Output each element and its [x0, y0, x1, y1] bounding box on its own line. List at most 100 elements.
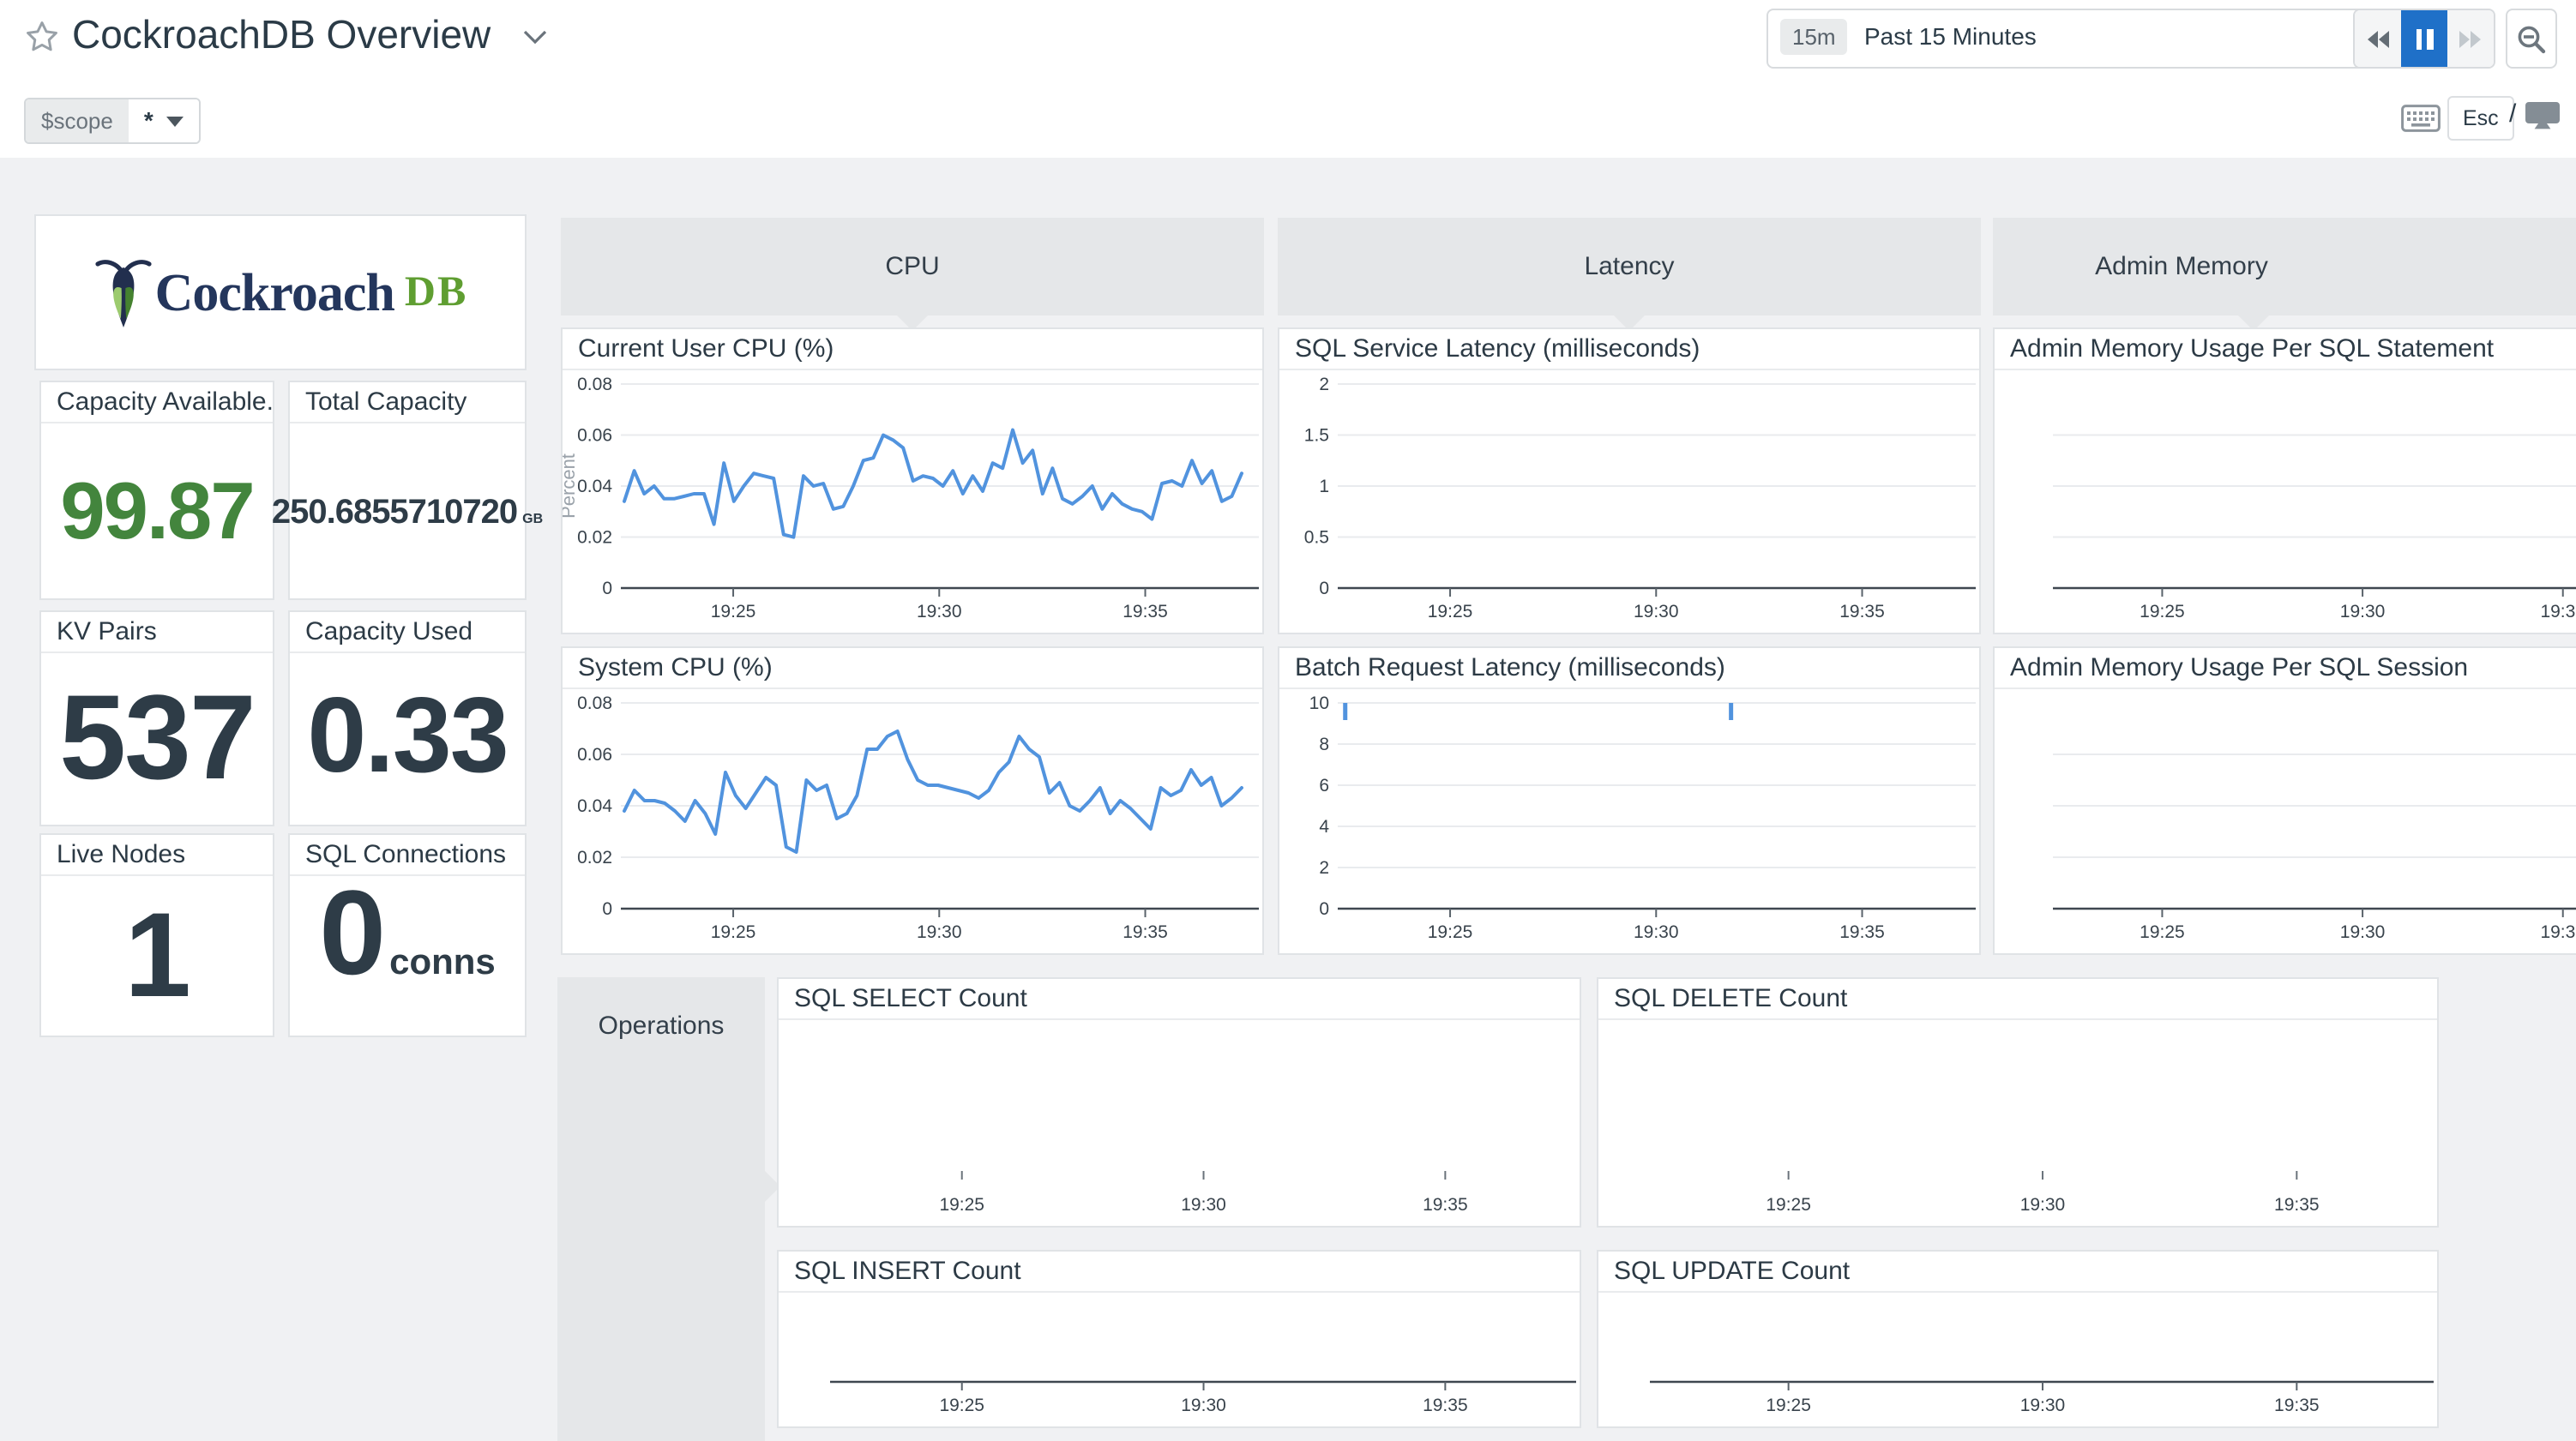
logo-db-text: DB — [405, 268, 467, 316]
keyboard-shortcuts-icon[interactable] — [2401, 105, 2441, 132]
svg-text:19:25: 19:25 — [1428, 602, 1473, 621]
chart-title: SQL INSERT Count — [779, 1252, 1580, 1293]
chart-batch-request-latency: 024681019:2519:3019:35 — [1279, 687, 1979, 953]
svg-text:8: 8 — [1319, 735, 1329, 754]
timeseries-sql-insert-count[interactable]: SQL INSERT Count 19:25 19:30 19:35 — [777, 1250, 1581, 1428]
widget-title: Capacity Available... — [41, 382, 273, 423]
chart-title: Admin Memory Usage Per SQL Session — [1995, 648, 2576, 689]
chart-sql-update-count: 19:2519:3019:35 — [1598, 1291, 2437, 1426]
query-value-total-capacity[interactable]: Total Capacity 250.6855710720 GB — [288, 381, 527, 600]
group-header-operations[interactable]: Operations — [557, 977, 765, 1441]
svg-text:19:25: 19:25 — [1766, 1195, 1811, 1215]
rewind-button[interactable] — [2355, 10, 2401, 67]
zoom-out-button[interactable] — [2506, 9, 2557, 69]
metric-unit: GB — [522, 511, 543, 526]
chart-current-user-cpu: 00.020.040.060.0819:2519:3019:35Percent — [563, 369, 1262, 633]
cockroachdb-logo: Cockroach DB — [36, 216, 525, 369]
svg-text:0: 0 — [602, 899, 612, 919]
query-value-kv-pairs[interactable]: KV Pairs 537 — [39, 610, 274, 826]
cockroachdb-logo-widget[interactable]: Cockroach DB — [34, 214, 527, 370]
group-label: Admin Memory — [2095, 252, 2268, 281]
widget-title: Capacity Used — [290, 612, 525, 653]
group-header-cpu[interactable]: CPU — [561, 218, 1264, 315]
time-range-badge: 15m — [1780, 19, 1848, 55]
svg-text:0: 0 — [1319, 579, 1329, 598]
timeseries-sql-update-count[interactable]: SQL UPDATE Count 19:2519:3019:35 — [1597, 1250, 2439, 1428]
timeseries-admin-memory-session[interactable]: Admin Memory Usage Per SQL Session 19:25… — [1993, 646, 2576, 955]
chart-sql-service-latency: 00.511.5219:2519:3019:35 — [1279, 369, 1979, 633]
svg-text:Percent: Percent — [563, 453, 579, 519]
svg-text:19:35: 19:35 — [2540, 602, 2576, 621]
chart-title: System CPU (%) — [563, 648, 1262, 689]
svg-text:0: 0 — [602, 579, 612, 598]
favorite-star-icon[interactable] — [24, 19, 60, 55]
svg-text:0.04: 0.04 — [577, 796, 612, 816]
metric-value: 537 — [59, 677, 255, 797]
timeseries-system-cpu[interactable]: System CPU (%) 00.020.040.060.0819:2519:… — [561, 646, 1264, 955]
group-label: Operations — [557, 1012, 765, 1041]
template-variable-scope[interactable]: $scope * — [24, 98, 202, 144]
timeseries-sql-delete-count[interactable]: SQL DELETE Count 19:2519:3019:35 — [1597, 977, 2439, 1228]
title-chevron-down-icon[interactable] — [523, 29, 547, 45]
scope-value: * — [144, 99, 153, 142]
svg-text:19:30: 19:30 — [1181, 1396, 1226, 1415]
widget-title: Total Capacity — [290, 382, 525, 423]
query-value-sql-connections[interactable]: SQL Connections 0 conns — [288, 833, 527, 1037]
svg-text:6: 6 — [1319, 776, 1329, 796]
metric-unit: conns — [389, 943, 496, 984]
chart-title: Admin Memory Usage Per SQL Statement — [1995, 329, 2576, 370]
query-value-capacity-used[interactable]: Capacity Used 0.33 — [288, 610, 527, 826]
timeseries-batch-request-latency[interactable]: Batch Request Latency (milliseconds) 024… — [1278, 646, 1981, 955]
svg-text:19:25: 19:25 — [939, 1396, 984, 1415]
svg-text:19:35: 19:35 — [1423, 1396, 1468, 1415]
svg-text:1.5: 1.5 — [1304, 426, 1329, 446]
svg-text:19:25: 19:25 — [711, 602, 756, 621]
scope-label: $scope — [26, 99, 129, 142]
playback-controls — [2353, 9, 2495, 69]
chart-admin-memory-statement: 19:2519:3019:35 — [1995, 369, 2576, 633]
timeseries-admin-memory-statement[interactable]: Admin Memory Usage Per SQL Statement 19:… — [1993, 327, 2576, 634]
svg-text:19:30: 19:30 — [917, 922, 962, 942]
query-value-capacity-available[interactable]: Capacity Available... 99.87 — [39, 381, 274, 600]
group-header-admin-memory[interactable]: Admin Memory — [1993, 218, 2576, 315]
svg-text:10: 10 — [1309, 693, 1329, 713]
page-title[interactable]: CockroachDB Overview — [72, 12, 491, 58]
query-value-live-nodes[interactable]: Live Nodes 1 — [39, 833, 274, 1037]
metric-value: 0.33 — [307, 684, 507, 790]
chart-title: Batch Request Latency (milliseconds) — [1279, 648, 1979, 689]
metric-value: 250.6855710720 — [272, 495, 517, 530]
fast-forward-button[interactable] — [2447, 10, 2494, 67]
svg-text:19:35: 19:35 — [1423, 1195, 1468, 1215]
chart-admin-memory-session: 19:2519:3019:35 — [1995, 687, 2576, 953]
chart-sql-delete-count: 19:2519:3019:35 — [1598, 1018, 2437, 1226]
chart-title: SQL SELECT Count — [779, 979, 1580, 1020]
time-range-label: Past 15 Minutes — [1864, 22, 2037, 50]
timeseries-sql-select-count[interactable]: SQL SELECT Count 19:2519:3019:35 — [777, 977, 1581, 1228]
svg-text:0.04: 0.04 — [577, 477, 612, 496]
timeseries-sql-service-latency[interactable]: SQL Service Latency (milliseconds) 00.51… — [1278, 327, 1981, 634]
tv-mode-icon[interactable] — [2525, 101, 2561, 130]
svg-text:0.08: 0.08 — [577, 375, 612, 394]
group-header-latency[interactable]: Latency — [1278, 218, 1981, 315]
svg-text:19:30: 19:30 — [1181, 1195, 1226, 1215]
magnifier-minus-icon — [2516, 23, 2547, 54]
pause-button[interactable] — [2401, 10, 2447, 67]
metric-value: 1 — [124, 894, 190, 1014]
svg-text:0: 0 — [1319, 899, 1329, 919]
metric-value: 0 — [319, 873, 384, 993]
group-label: CPU — [885, 252, 939, 281]
group-label: Latency — [1584, 252, 1674, 281]
timeseries-current-user-cpu[interactable]: Current User CPU (%) 00.020.040.060.0819… — [561, 327, 1264, 634]
svg-text:19:30: 19:30 — [2020, 1396, 2066, 1415]
scope-caret-icon — [167, 116, 184, 126]
svg-text:19:30: 19:30 — [1634, 602, 1679, 621]
svg-text:19:30: 19:30 — [1634, 922, 1679, 942]
dashboard-app: CockroachDB Overview 15m Past 15 Minutes — [0, 0, 2576, 1441]
svg-text:2: 2 — [1319, 375, 1329, 394]
chart-sql-insert-count: 19:25 19:30 19:35 — [779, 1291, 1580, 1426]
svg-text:19:25: 19:25 — [711, 922, 756, 942]
svg-text:4: 4 — [1319, 817, 1329, 837]
chart-title: SQL DELETE Count — [1598, 979, 2437, 1020]
time-range-picker[interactable]: 15m Past 15 Minutes — [1766, 9, 2439, 69]
esc-key-button[interactable]: Esc — [2447, 96, 2514, 141]
